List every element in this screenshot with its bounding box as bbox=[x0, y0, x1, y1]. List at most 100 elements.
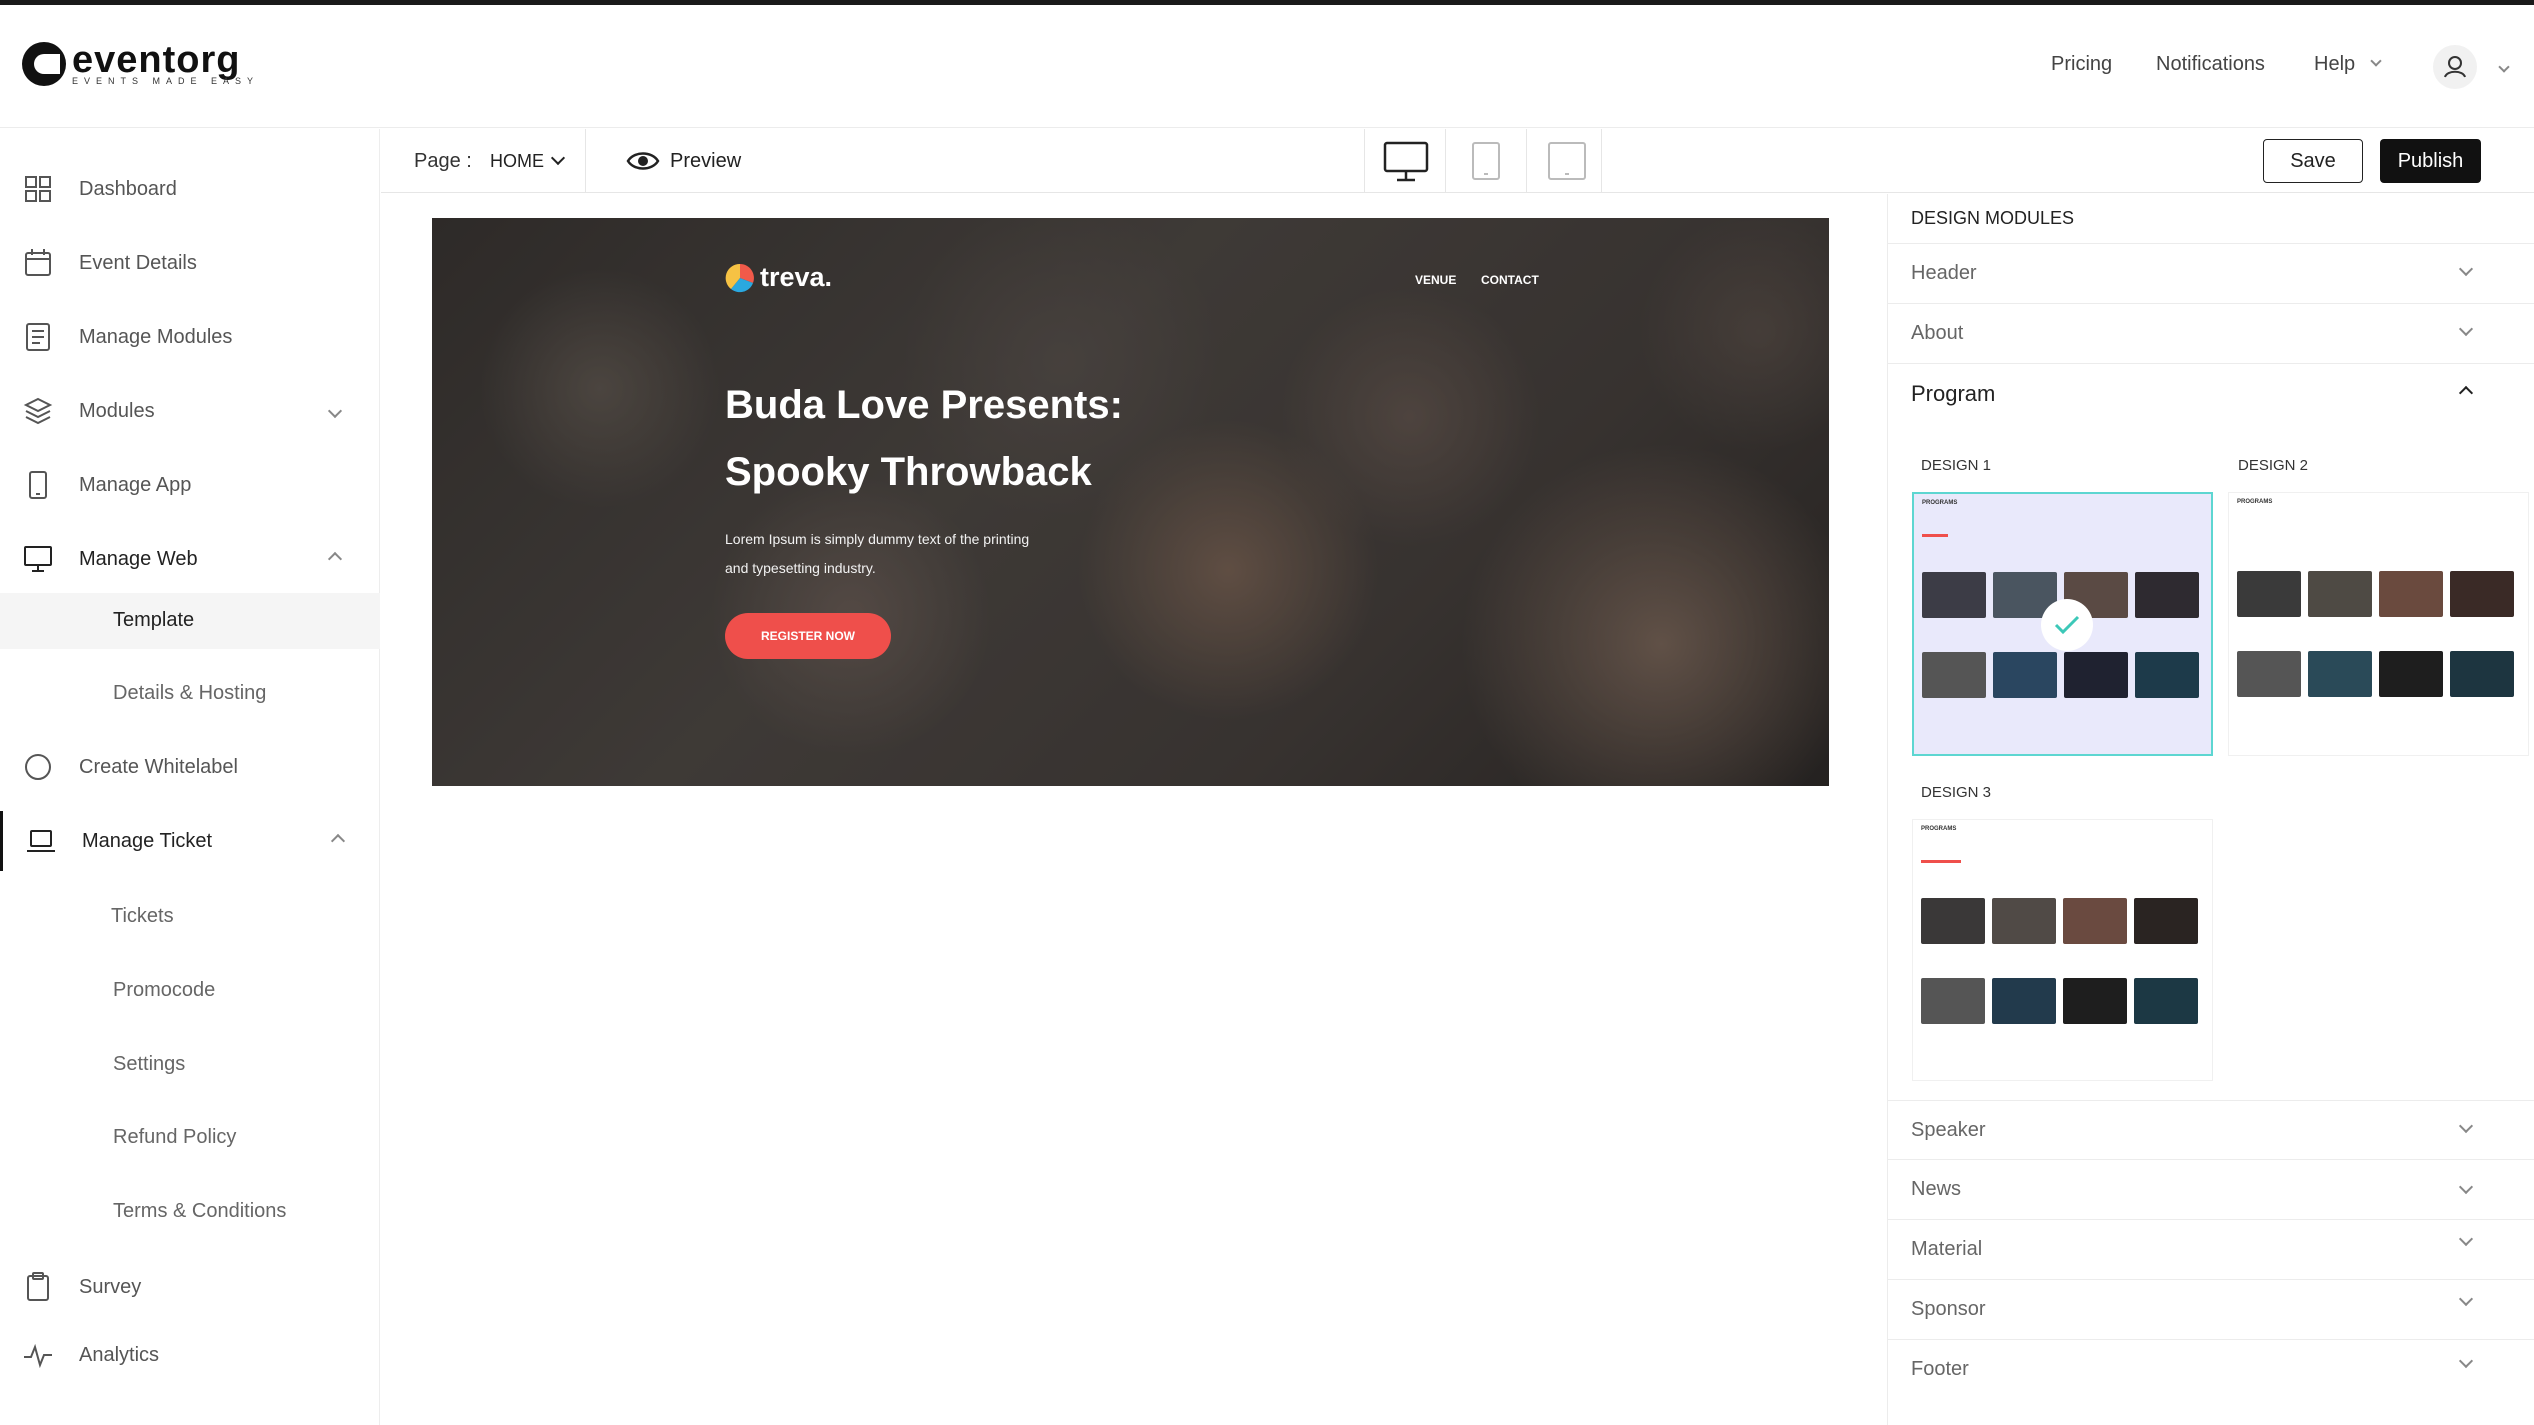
sidebar-item-modules[interactable]: Modules bbox=[0, 381, 380, 441]
sidebar-sub-settings[interactable]: Settings bbox=[113, 1053, 185, 1076]
toolbar-divider bbox=[585, 129, 586, 193]
hero-nav-venue[interactable]: VENUE bbox=[1415, 273, 1456, 287]
hero-overlay bbox=[432, 218, 1829, 786]
module-label: Program bbox=[1911, 381, 1996, 406]
design-3-label: DESIGN 3 bbox=[1921, 784, 1992, 801]
sidebar-item-label: Event Details bbox=[79, 251, 197, 274]
thumb-image bbox=[1992, 898, 2056, 944]
sidebar-item-manage-ticket[interactable]: Manage Ticket bbox=[0, 811, 380, 871]
register-now-button[interactable]: REGISTER NOW bbox=[725, 613, 891, 659]
module-about[interactable]: About bbox=[1888, 304, 2534, 364]
logo-mark-icon bbox=[22, 41, 66, 86]
sidebar-item-label: Analytics bbox=[79, 1343, 160, 1366]
sidebar-sub-refund-policy[interactable]: Refund Policy bbox=[113, 1126, 236, 1149]
device-desktop-button[interactable] bbox=[1365, 129, 1445, 193]
thumb-image bbox=[2237, 651, 2301, 697]
sidebar-item-manage-modules[interactable]: Manage Modules bbox=[0, 307, 380, 367]
account-chevron-down-icon[interactable] bbox=[2498, 61, 2510, 73]
module-news[interactable]: News bbox=[1888, 1160, 2534, 1220]
device-mobile-button[interactable] bbox=[1527, 129, 1607, 193]
eye-icon bbox=[626, 152, 660, 170]
hero-nav-contact[interactable]: CONTACT bbox=[1481, 273, 1539, 287]
thumb-image bbox=[1992, 978, 2056, 1024]
sidebar-sub-template-active[interactable]: Template bbox=[0, 593, 380, 649]
module-speaker[interactable]: Speaker bbox=[1888, 1101, 2534, 1160]
user-icon bbox=[2444, 56, 2466, 78]
design-1-thumbnail[interactable]: PROGRAMS bbox=[1912, 492, 2213, 756]
thumb-image bbox=[1921, 978, 1985, 1024]
module-material[interactable]: Material bbox=[1888, 1220, 2534, 1280]
module-label: Sponsor bbox=[1911, 1298, 1986, 1320]
sidebar-sub-promocode[interactable]: Promocode bbox=[113, 979, 215, 1002]
sidebar-sub-tickets[interactable]: Tickets bbox=[111, 905, 174, 928]
sidebar-item-label: Modules bbox=[79, 399, 155, 422]
sidebar-item-manage-app[interactable]: Manage App bbox=[0, 455, 380, 515]
sidebar-item-manage-web[interactable]: Manage Web bbox=[0, 529, 380, 589]
help-chevron-down-icon[interactable] bbox=[2370, 55, 2382, 67]
hero-logo-text: treva. bbox=[760, 262, 833, 292]
preview-button[interactable]: Preview bbox=[626, 143, 756, 179]
brand-name: eventorg bbox=[72, 39, 241, 81]
selected-check bbox=[2041, 599, 2093, 651]
module-label: News bbox=[1911, 1178, 1962, 1200]
brand-tagline: EVENTS MADE EASY bbox=[72, 76, 260, 86]
sidebar-item-dashboard[interactable]: Dashboard bbox=[0, 159, 380, 219]
publish-button[interactable]: Publish bbox=[2380, 139, 2481, 183]
page-select-value: HOME bbox=[490, 151, 544, 171]
nav-help[interactable]: Help bbox=[2314, 53, 2355, 76]
nav-notifications[interactable]: Notifications bbox=[2156, 53, 2265, 76]
module-sponsor[interactable]: Sponsor bbox=[1888, 1280, 2534, 1340]
design-3-thumbnail[interactable]: PROGRAMS bbox=[1912, 819, 2213, 1081]
sidebar-sub-terms-conditions[interactable]: Terms & Conditions bbox=[113, 1200, 286, 1223]
sidebar-item-label: Survey bbox=[79, 1275, 142, 1298]
thumb-heading: PROGRAMS bbox=[2237, 499, 2273, 505]
chevron-up-icon bbox=[2458, 385, 2474, 401]
thumb-image bbox=[2379, 571, 2443, 617]
thumb-image bbox=[2379, 651, 2443, 697]
monitor-icon bbox=[24, 546, 52, 572]
checkmark-icon bbox=[2054, 615, 2080, 635]
sidebar-item-analytics[interactable]: Analytics bbox=[0, 1325, 380, 1385]
thumb-heading: PROGRAMS bbox=[1921, 826, 1957, 832]
design-2-thumbnail[interactable]: PROGRAMS bbox=[2228, 492, 2529, 756]
app-header: eventorg EVENTS MADE EASY Pricing Notifi… bbox=[0, 5, 2534, 128]
device-tablet-button[interactable] bbox=[1446, 129, 1526, 193]
hero-preview[interactable]: treva. VENUE CONTACT Buda Love Presents:… bbox=[432, 218, 1829, 786]
hero-title-line2: Spooky Throwback bbox=[725, 450, 1092, 494]
module-footer[interactable]: Footer bbox=[1888, 1340, 2534, 1400]
mobile-icon bbox=[29, 471, 47, 499]
design-1-label: DESIGN 1 bbox=[1921, 457, 1992, 474]
chevron-down-icon bbox=[2458, 1179, 2474, 1195]
layers-icon bbox=[23, 397, 53, 425]
sidebar-item-label: Manage App bbox=[79, 473, 192, 496]
calendar-icon bbox=[25, 249, 51, 276]
brand-logo[interactable]: eventorg EVENTS MADE EASY bbox=[22, 41, 259, 86]
chevron-down-icon bbox=[2458, 321, 2474, 337]
thumb-image bbox=[1922, 652, 1986, 698]
modules-chevron-down-icon bbox=[327, 403, 343, 419]
save-button[interactable]: Save bbox=[2263, 139, 2363, 183]
module-label: Header bbox=[1911, 262, 1977, 284]
sidebar-item-create-whitelabel[interactable]: Create Whitelabel bbox=[0, 737, 380, 797]
thumb-image bbox=[2450, 571, 2514, 617]
hero-logo[interactable]: treva. bbox=[725, 262, 832, 293]
user-avatar[interactable] bbox=[2433, 45, 2477, 89]
module-header[interactable]: Header bbox=[1888, 244, 2534, 304]
hero-title-line1: Buda Love Presents: bbox=[725, 383, 1123, 427]
thumb-image bbox=[2064, 652, 2128, 698]
sidebar-item-event-details[interactable]: Event Details bbox=[0, 233, 380, 293]
chevron-down-icon bbox=[2458, 1353, 2474, 1369]
nav-pricing[interactable]: Pricing bbox=[2051, 53, 2112, 76]
sidebar-item-survey[interactable]: Survey bbox=[0, 1257, 380, 1317]
manage-ticket-chevron-up-icon bbox=[330, 833, 346, 849]
editor-toolbar: Page : HOME Preview Save Publish bbox=[381, 129, 2534, 193]
thumb-image bbox=[2063, 978, 2127, 1024]
module-label: Material bbox=[1911, 1238, 1983, 1260]
thumb-heading: PROGRAMS bbox=[1922, 500, 1958, 506]
sidebar-sub-details-hosting[interactable]: Details & Hosting bbox=[113, 682, 266, 705]
page-select[interactable]: HOME bbox=[490, 143, 580, 179]
module-program[interactable]: Program bbox=[1888, 364, 2534, 422]
thumb-image bbox=[2308, 651, 2372, 697]
desktop-icon bbox=[1383, 141, 1429, 182]
tablet-icon bbox=[1472, 142, 1500, 180]
